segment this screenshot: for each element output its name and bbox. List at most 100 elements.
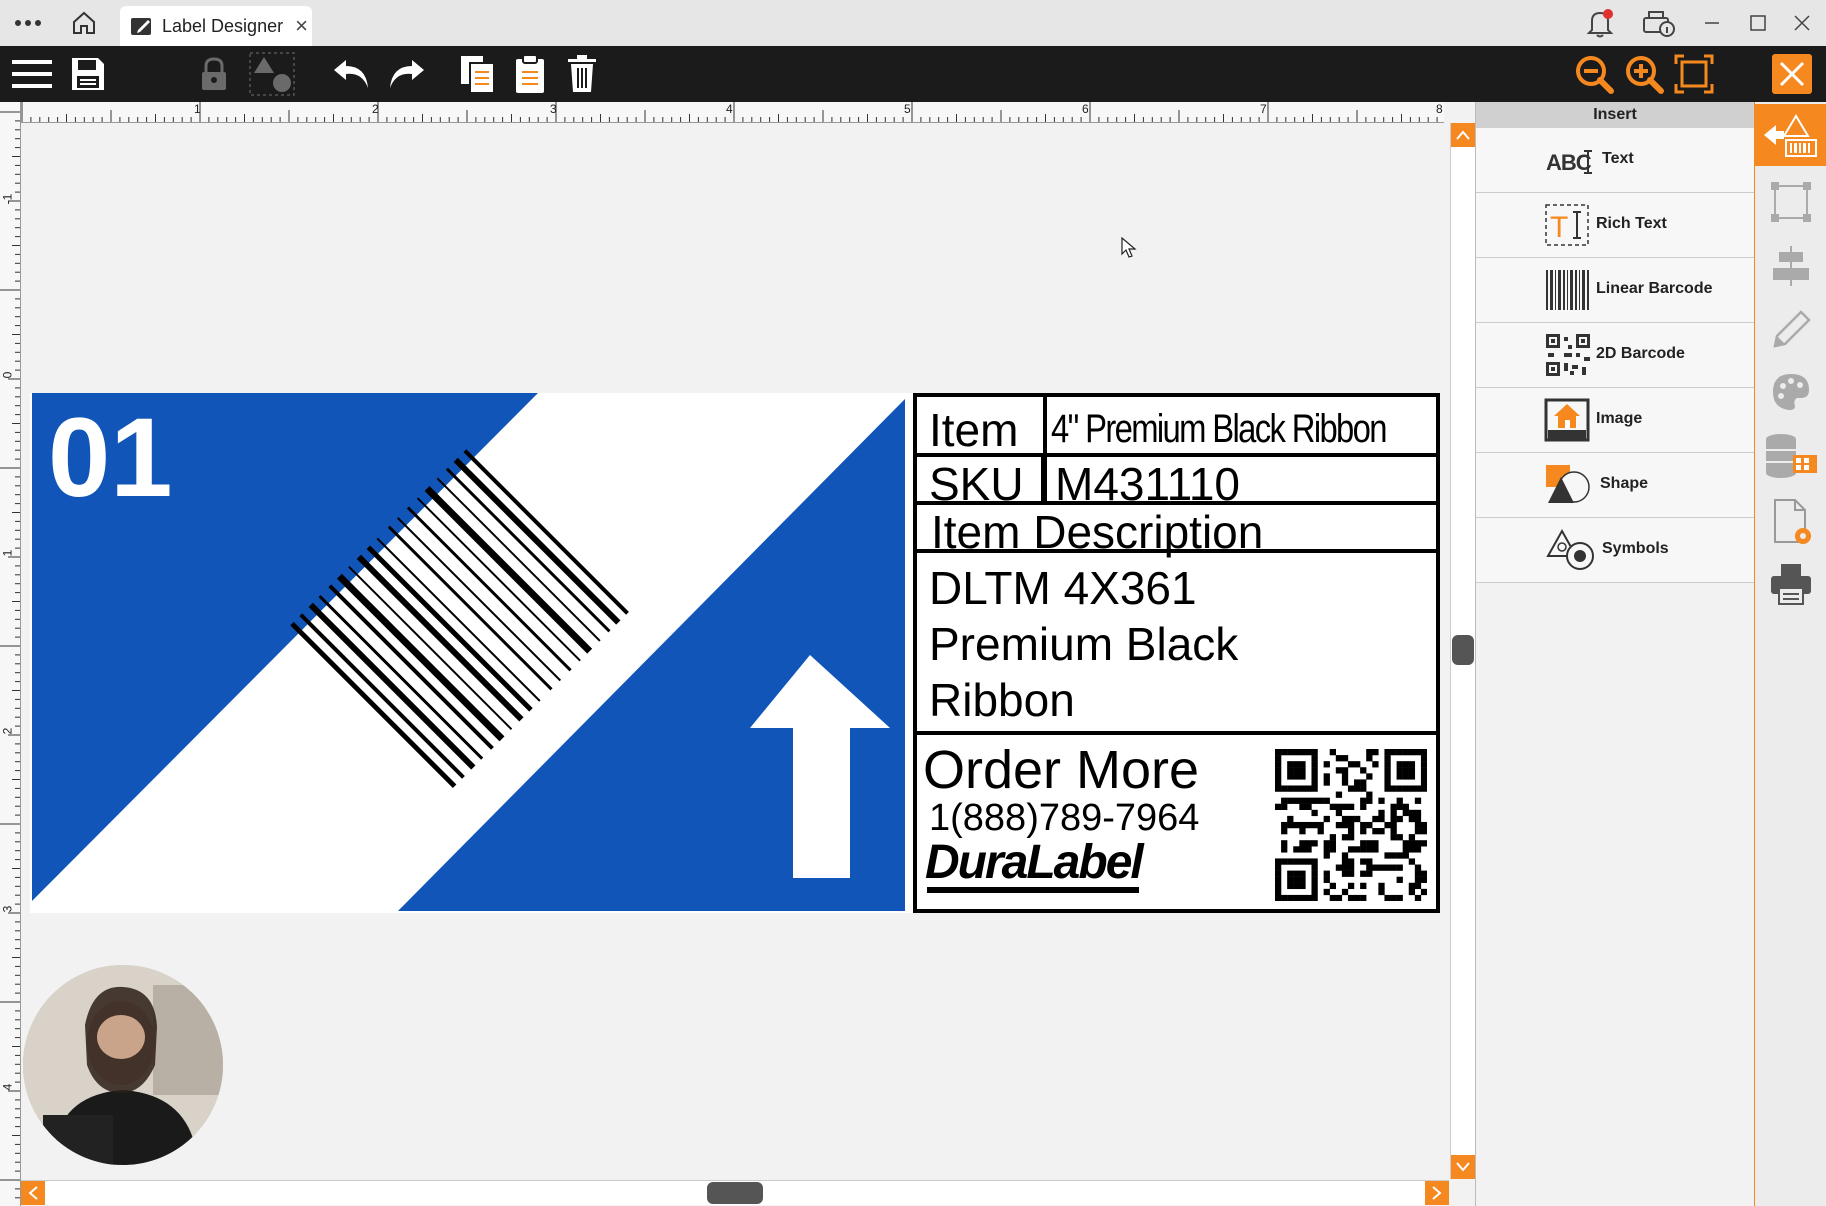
ruler-label: 2 [0,727,15,735]
desc-header-cell: Item Description [913,501,1440,558]
desc-line-1: DLTM 4X361 [929,562,1197,614]
copy-icon[interactable] [456,46,500,102]
text-abc-icon: ABC [1544,138,1593,182]
insert-panel-title: Insert [1476,102,1754,128]
vertical-scroll-thumb[interactable] [1452,635,1474,665]
item-label: Item [929,404,1019,456]
scroll-right-icon[interactable] [1425,1181,1449,1205]
webcam-overlay [23,965,223,1165]
close-designer-icon[interactable] [1768,46,1816,102]
ruler-label: 2 [372,102,379,116]
insert-objects-icon [1764,114,1817,157]
align-center-icon[interactable] [1763,238,1819,294]
home-icon[interactable] [64,0,104,46]
mouse-cursor-icon [1121,236,1137,264]
paste-icon[interactable] [508,46,552,102]
item-value-cell: 4" Premium Black Ribbon [1043,393,1440,457]
lock-icon[interactable] [192,46,236,102]
shape-icon [1544,463,1590,507]
title-bar: Label Designer × [0,0,1826,47]
logo-underline [927,887,1139,893]
insert-image-label: Image [1596,410,1643,427]
ruler-label: 3 [550,102,557,116]
insert-2d-barcode-button[interactable]: 2D Barcode [1476,323,1754,388]
sku-label-cell: SKU [913,453,1045,510]
insert-linear-barcode-label: Linear Barcode [1596,280,1713,297]
insert-panel: Insert ABC Text T Rich Text Linear Barco… [1475,102,1754,1206]
sku-value-cell: M431110 [1043,453,1440,510]
ruler-label: -1 [0,193,15,205]
horizontal-ruler: 1 2 3 4 5 6 7 8 [20,102,1444,123]
tab-close-icon[interactable]: × [295,13,308,39]
item-label-cell: Item [913,393,1045,457]
document-settings-icon[interactable] [1763,494,1819,550]
notification-bell-icon[interactable] [1580,0,1620,46]
ruler-label: 4 [0,1083,15,1091]
tab-title: Label Designer [162,15,284,36]
qr-code [1275,749,1427,901]
insert-2d-barcode-label: 2D Barcode [1596,345,1685,362]
vertical-scrollbar[interactable] [1450,123,1475,1179]
zoom-in-icon[interactable] [1620,46,1668,102]
insert-symbols-button[interactable]: Symbols [1476,518,1754,583]
ruler-label: 8 [1436,102,1443,116]
image-icon [1544,398,1590,442]
qr-code-icon [1544,333,1590,377]
select-region-icon[interactable] [1763,174,1819,230]
undo-icon[interactable] [330,46,374,102]
desc-line-3: Ribbon [929,674,1075,726]
insert-image-button[interactable]: Image [1476,388,1754,453]
horizontal-scroll-thumb[interactable] [707,1182,763,1204]
delete-icon[interactable] [560,46,604,102]
ruler-label: 3 [0,905,15,913]
right-tool-rail [1754,102,1826,1206]
ruler-label: 7 [1260,102,1267,116]
group-objects-icon[interactable] [246,46,298,102]
insert-linear-barcode-button[interactable]: Linear Barcode [1476,258,1754,323]
printer-info-icon[interactable] [1636,0,1680,46]
label-preview[interactable]: 01 Item 4" Premium Black Ribbon SKU M431… [30,393,1440,913]
scroll-up-icon[interactable] [1451,123,1475,147]
pencil-edit-icon[interactable] [1763,302,1819,358]
info-table: Item 4" Premium Black Ribbon SKU M431110… [913,393,1440,913]
close-window-icon[interactable] [1784,0,1820,46]
redo-icon[interactable] [384,46,428,102]
insert-shape-label: Shape [1600,475,1649,492]
insert-text-label: Text [1602,150,1634,167]
minimize-icon[interactable] [1694,0,1730,46]
hamburger-menu-icon[interactable] [8,46,56,102]
item-value: 4" Premium Black Ribbon [1051,407,1388,451]
more-options-icon[interactable] [8,0,48,46]
insert-tab-active[interactable] [1755,104,1826,166]
order-more: Order More [923,740,1200,800]
ruler-label: 1 [0,549,15,557]
desc-line-2: Premium Black [929,618,1239,670]
insert-symbols-label: Symbols [1602,540,1669,557]
scroll-left-icon[interactable] [21,1181,45,1205]
symbols-icon [1546,528,1594,572]
main-toolbar [0,46,1826,102]
svg-text:T: T [1550,211,1568,244]
ruler-label: 6 [1082,102,1089,116]
database-icon[interactable] [1763,428,1819,484]
rich-text-icon: T [1544,203,1590,247]
linear-barcode-icon [1544,268,1590,312]
insert-text-button[interactable]: ABC Text [1476,128,1754,193]
svg-text:ABC: ABC [1546,150,1592,175]
insert-shape-button[interactable]: Shape [1476,453,1754,518]
insert-rich-text-button[interactable]: T Rich Text [1476,193,1754,258]
maximize-icon[interactable] [1740,0,1776,46]
print-icon[interactable] [1763,556,1819,612]
fit-to-window-icon[interactable] [1670,46,1718,102]
ruler-label: 4 [726,102,733,116]
insert-rich-text-label: Rich Text [1596,215,1667,232]
save-icon[interactable] [66,46,110,102]
horizontal-scrollbar[interactable] [21,1180,1449,1205]
palette-icon[interactable] [1763,364,1819,420]
vertical-ruler: -1 0 1 2 3 4 [0,102,21,1206]
desc-body-cell: DLTM 4X361 Premium Black Ribbon [913,549,1440,735]
tab-label-designer[interactable]: Label Designer × [120,6,312,46]
scroll-down-icon[interactable] [1451,1155,1475,1179]
zoom-out-icon[interactable] [1570,46,1618,102]
ruler-label: 5 [904,102,911,116]
